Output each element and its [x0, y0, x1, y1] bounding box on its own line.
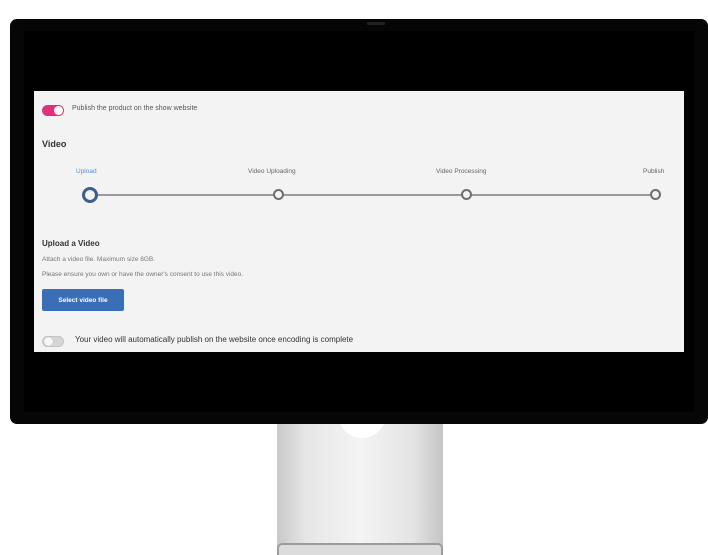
- auto-publish-label: Your video will automatically publish on…: [75, 335, 354, 344]
- step-video-uploading-circle-icon: [273, 189, 284, 200]
- step-label-video-uploading: Video Uploading: [248, 168, 296, 175]
- monitor-stand-base: [277, 543, 443, 555]
- step-upload-circle-icon: [82, 187, 98, 203]
- stepper-track: [83, 194, 650, 196]
- select-video-file-button[interactable]: Select video file: [42, 289, 124, 311]
- video-settings-panel: Publish the product on the show website …: [34, 91, 684, 352]
- toggle-knob: [54, 106, 63, 115]
- step-label-upload: Upload: [76, 168, 97, 175]
- upload-section-title: Upload a Video: [42, 239, 100, 248]
- camera-icon: [367, 22, 385, 25]
- step-video-processing-circle-icon: [461, 189, 472, 200]
- publish-toggle[interactable]: [42, 105, 64, 116]
- auto-publish-toggle[interactable]: [42, 336, 64, 347]
- video-section-heading: Video: [42, 139, 67, 149]
- monitor-bezel: Publish the product on the show website …: [10, 19, 708, 424]
- upload-description: Attach a video file. Maximum size 8GB.: [42, 256, 156, 263]
- upload-consent-note: Please ensure you own or have the owner'…: [42, 271, 244, 278]
- monitor-screen: Publish the product on the show website …: [24, 31, 694, 412]
- toggle-knob: [44, 337, 53, 346]
- step-label-video-processing: Video Processing: [436, 168, 487, 175]
- step-publish-circle-icon: [650, 189, 661, 200]
- monitor-stand: [277, 420, 443, 553]
- step-label-publish: Publish: [643, 168, 665, 175]
- publish-toggle-label: Publish the product on the show website: [72, 105, 198, 112]
